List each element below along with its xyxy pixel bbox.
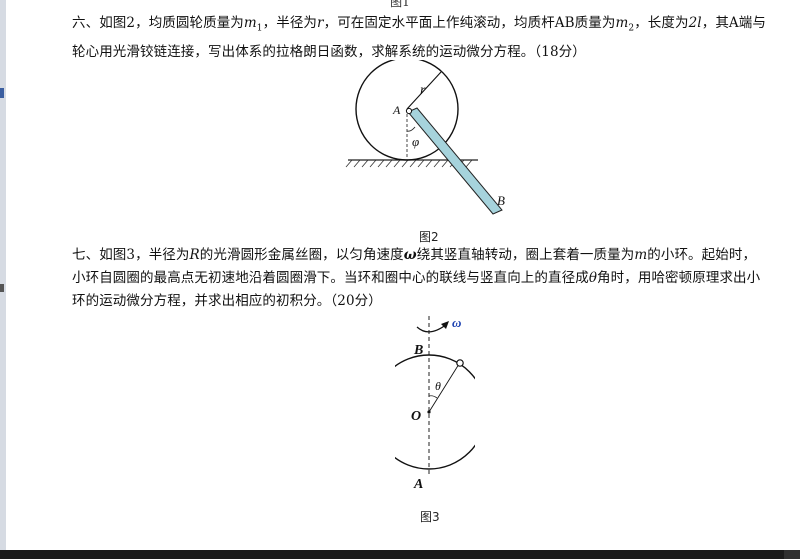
q7-text-segment: 的小环。起始时，: [647, 247, 757, 263]
center-point: [427, 410, 431, 414]
label-B: B: [497, 193, 505, 208]
var-m: m: [634, 247, 648, 263]
label-omega: ω: [452, 315, 461, 330]
window-left-edge: [0, 0, 6, 559]
label-O: O: [411, 409, 421, 424]
var-m1: m: [243, 15, 257, 31]
label-theta: θ: [435, 379, 441, 393]
label-phi: φ: [412, 134, 419, 149]
label-A: A: [392, 103, 401, 117]
question-7-line-1: 七、如图3，半径为R的光滑圆形金属丝圈，以匀角速度ω绕其竖直轴转动，圈上套着一质…: [72, 244, 790, 267]
q7-text-segment: 小环自圆圈的最高点无初速地沿着圆圈滑下。当环和圈中心的联线与竖直向上的直径成: [72, 270, 589, 286]
q6-text-segment: ，半径为: [262, 15, 318, 31]
q6-text-segment: 六、如图2，均质圆轮质量为: [72, 15, 244, 31]
var-m2: m: [615, 15, 629, 31]
rod-AB: [407, 107, 503, 215]
figure2-caption: 图2: [419, 230, 439, 244]
var-R: R: [189, 247, 200, 263]
q7-text-segment: 的光滑圆形金属丝圈，以匀角速度: [199, 247, 404, 263]
var-theta: θ: [588, 270, 598, 286]
q6-text-segment: ，长度为: [634, 15, 689, 31]
var-omega: ω: [403, 247, 417, 263]
question-7-line-2: 小环自圆圈的最高点无初速地沿着圆圈滑下。当环和圈中心的联线与竖直向上的直径成θ角…: [72, 267, 790, 290]
hinge-A: [405, 107, 413, 115]
edge-marker: [0, 284, 4, 292]
question-7-line-3: 环的运动微分方程，并求出相应的初积分。（20分）: [72, 293, 382, 309]
question-6-line-1: 六、如图2，均质圆轮质量为m1，半径为r，可在固定水平面上作纯滚动，均质杆AB质…: [72, 12, 790, 41]
label-A: A: [413, 477, 423, 492]
edge-marker: [0, 88, 4, 98]
figure1-caption: 图1: [390, 0, 410, 9]
figure3-caption: 图3: [420, 510, 440, 524]
bottom-window-bar: [0, 550, 800, 559]
figure-3-diagram: ω B θ O A: [395, 315, 475, 492]
q7-text-segment: 角时，用哈密顿原理求出小: [597, 270, 761, 286]
question-6-text: 六、如图2，均质圆轮质量为m1，半径为r，可在固定水平面上作纯滚动，均质杆AB质…: [72, 12, 790, 64]
phi-angle-arc: [406, 126, 416, 132]
radius-to-ring: [428, 363, 460, 413]
small-ring: [456, 359, 464, 367]
theta-angle-arc: [428, 395, 438, 399]
q6-text-segment: ，可在固定水平面上作纯滚动，均质杆AB质量为: [323, 15, 616, 31]
scrollbar-corner[interactable]: [784, 550, 800, 559]
label-B: B: [413, 343, 423, 358]
label-r: r: [420, 83, 426, 98]
hoop-circle: [395, 354, 475, 470]
question-7-text: 七、如图3，半径为R的光滑圆形金属丝圈，以匀角速度ω绕其竖直轴转动，圈上套着一质…: [72, 244, 790, 313]
q7-text-segment: 绕其竖直轴转动，圈上套着一质量为: [416, 247, 635, 263]
q7-text-segment: 七、如图3，半径为: [72, 247, 190, 263]
q6-text-segment: ，其A端与: [701, 15, 766, 31]
figure-2-diagram: A r φ B: [345, 60, 505, 215]
var-2l: 2l: [688, 15, 702, 31]
